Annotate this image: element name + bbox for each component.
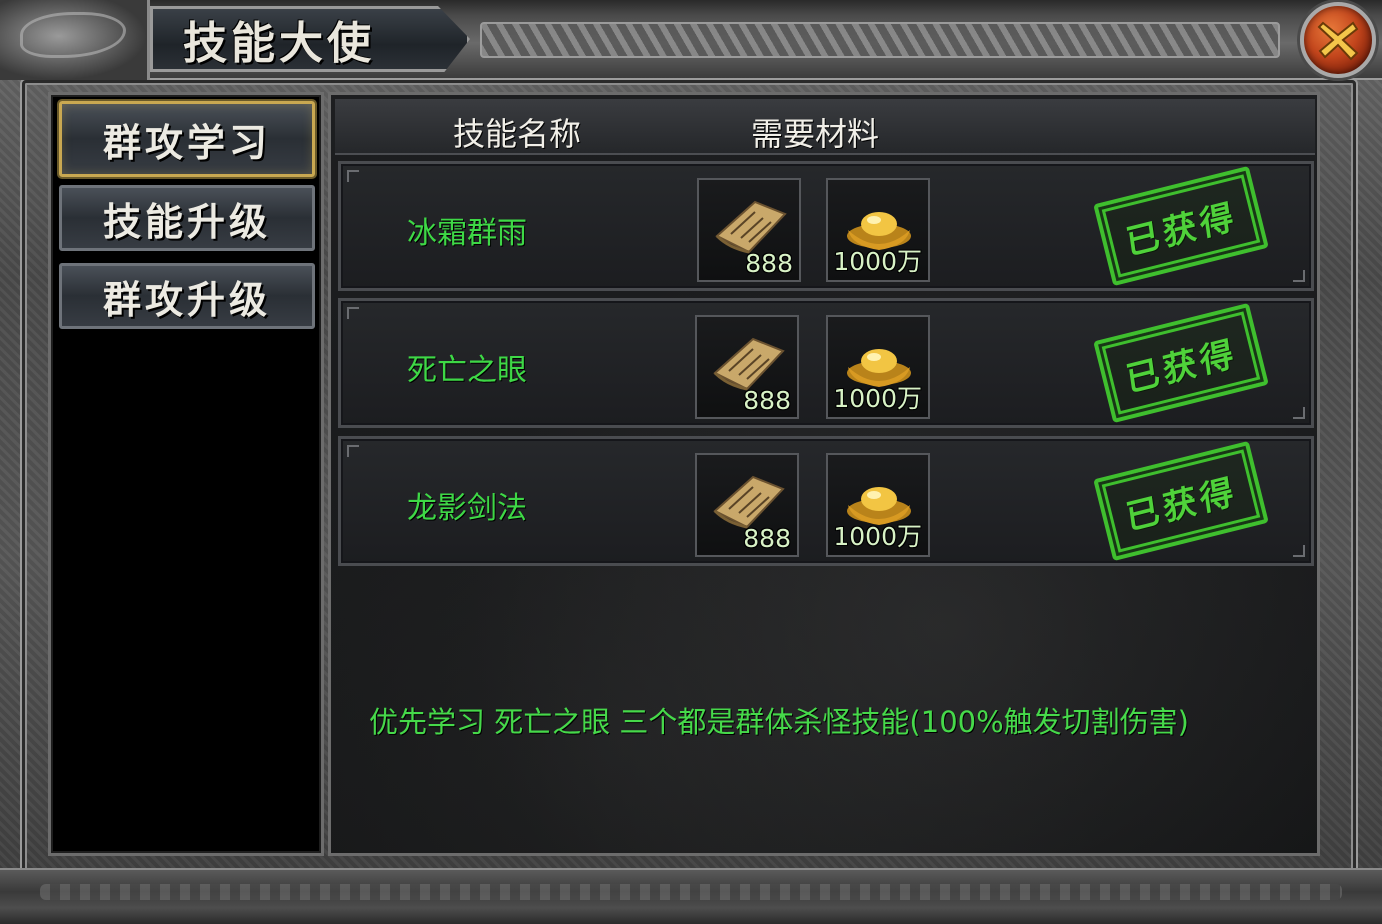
close-button[interactable] [1300,2,1376,78]
skill-row: 冰霜群雨 888 1000万 已获得 [338,161,1314,291]
status-label: 已获得 [1123,470,1240,539]
tab-label: 群攻升级 [102,276,271,322]
close-x-icon [1317,21,1359,61]
material-slot-scroll[interactable]: 888 [697,178,801,282]
tab-group-attack-upgrade[interactable]: 群攻升级 [59,263,315,329]
material-slot-gold[interactable]: 1000万 [826,178,930,282]
window-title: 技能大使 [183,18,375,69]
title-plate: 技能大使 [150,6,470,72]
column-header-skill-name: 技能名称 [453,115,582,153]
tab-group-attack-learn[interactable]: 群攻学习 [59,101,315,177]
skill-row: 龙影剑法 888 1000万 已获得 [338,436,1314,566]
material-count: 888 [743,386,791,415]
skill-name: 死亡之眼 [407,353,527,388]
tab-label: 技能升级 [102,198,271,244]
column-header-materials: 需要材料 [751,115,880,153]
tab-panel: 群攻学习 技能升级 群攻升级 [48,92,324,856]
obtained-stamp: 已获得 [1093,302,1269,424]
hint-text: 优先学习 死亡之眼 三个都是群体杀怪技能(100%触发切割伤害) [369,705,1189,739]
obtained-stamp: 已获得 [1093,165,1269,287]
skill-content-panel: 技能名称 需要材料 冰霜群雨 888 1000万 已获得 死亡之眼 888 10… [328,92,1320,856]
material-count: 1000万 [833,384,922,413]
material-count: 1000万 [833,247,922,276]
material-slot-scroll[interactable]: 888 [695,453,799,557]
skill-row: 死亡之眼 888 1000万 已获得 [338,298,1314,428]
header-ornament [480,22,1280,58]
window-header: 技能大使 [0,0,1382,80]
material-count: 888 [745,249,793,278]
status-label: 已获得 [1123,195,1240,264]
material-count: 1000万 [833,522,922,551]
tab-label: 群攻学习 [102,119,271,165]
material-slot-gold[interactable]: 1000万 [826,453,930,557]
frame-bottom-ornament [0,868,1382,924]
skill-name: 龙影剑法 [407,491,527,526]
tab-skill-upgrade[interactable]: 技能升级 [59,185,315,251]
skill-name: 冰霜群雨 [407,216,527,251]
table-header: 技能名称 需要材料 [335,99,1315,155]
material-count: 888 [743,524,791,553]
material-slot-gold[interactable]: 1000万 [826,315,930,419]
material-slot-scroll[interactable]: 888 [695,315,799,419]
obtained-stamp: 已获得 [1093,440,1269,562]
dragon-ornament-icon [0,0,150,80]
status-label: 已获得 [1123,332,1240,401]
